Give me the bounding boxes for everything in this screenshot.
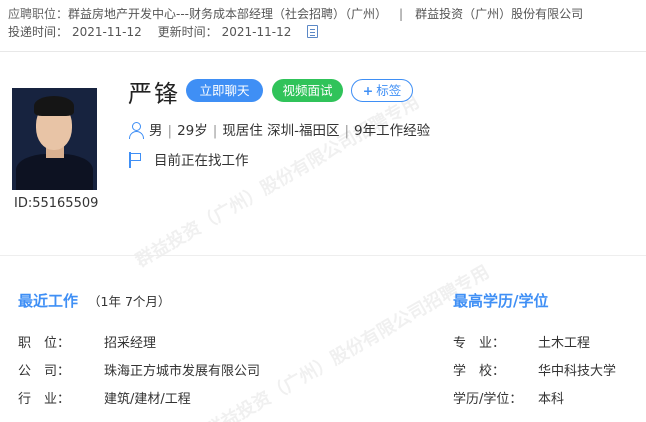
experience: 9年工作经验 — [354, 123, 431, 139]
person-icon — [128, 122, 144, 139]
application-header: 应聘职位：群益房地产开发中心---财务成本部经理（社会招聘）（广州） | 群益投资（… — [0, 0, 646, 52]
field-label: 公 司： — [18, 364, 71, 379]
avatar — [12, 88, 97, 190]
basic-info: 男 | 29岁 | 现居住 深圳-福田区 | 9年工作经验 — [128, 119, 430, 139]
field-value: 华中科技大学 — [538, 364, 617, 379]
chat-now-button[interactable]: 立即聊天 — [186, 79, 263, 102]
document-icon[interactable] — [307, 25, 319, 38]
age: 29岁 — [177, 123, 208, 139]
candidate-name: 严锋 — [128, 80, 180, 108]
edu-row-major: 专 业： 土木工程 — [453, 332, 590, 351]
section-divider — [0, 255, 646, 256]
work-row-industry: 行 业： 建筑/建材/工程 — [18, 388, 191, 407]
work-duration: （1年 7个月） — [88, 294, 171, 309]
work-row-company: 公 司： 珠海正方城市发展有限公司 — [18, 360, 260, 379]
candidate-id: ID:55165509 — [14, 196, 99, 211]
residence: 现居住 深圳-福田区 — [222, 123, 340, 139]
submit-time-label: 投递时间： — [8, 25, 69, 39]
field-label: 学历/学位： — [453, 392, 523, 407]
field-label: 专 业： — [453, 336, 506, 351]
field-value: 土木工程 — [538, 336, 591, 351]
update-time-label: 更新时间： — [157, 25, 218, 39]
flag-icon — [128, 152, 142, 168]
field-value: 建筑/建材/工程 — [104, 392, 191, 407]
plus-icon: + — [362, 83, 374, 98]
work-row-position: 职 位： 招采经理 — [18, 332, 156, 351]
education-title: 最高学历/学位 — [453, 292, 549, 310]
submit-time: 2021-11-12 — [72, 25, 142, 39]
field-value: 本科 — [538, 392, 565, 407]
edu-row-school: 学 校： 华中科技大学 — [453, 360, 616, 379]
company-name: 群益投资（广州）股份有限公司 — [415, 7, 584, 21]
job-status-text: 目前正在找工作 — [154, 153, 249, 169]
gender: 男 — [149, 123, 163, 139]
field-value: 珠海正方城市发展有限公司 — [104, 364, 261, 379]
recent-work-title: 最近工作 （1年 7个月） — [18, 292, 171, 310]
position-value: 群益房地产开发中心---财务成本部经理（社会招聘）（广州） — [68, 7, 388, 21]
field-value: 招采经理 — [104, 336, 157, 351]
add-tag-button[interactable]: + 标签 — [351, 79, 413, 102]
header-separator: | — [399, 7, 404, 21]
video-interview-button[interactable]: 视频面试 — [272, 79, 343, 102]
edu-row-degree: 学历/学位： 本科 — [453, 388, 564, 407]
field-label: 职 位： — [18, 336, 71, 351]
watermark: 群益投资（广州）股份有限公司招聘专用 — [132, 91, 424, 272]
job-status: 目前正在找工作 — [128, 149, 249, 169]
tag-label: 标签 — [376, 83, 402, 98]
update-time: 2021-11-12 — [221, 25, 292, 39]
application-info-row: 应聘职位：群益房地产开发中心---财务成本部经理（社会招聘）（广州） | 群益投资（… — [8, 5, 583, 22]
field-label: 行 业： — [18, 392, 71, 407]
time-info-row: 投递时间： 2021-11-12 更新时间： 2021-11-12 — [8, 23, 322, 40]
field-label: 学 校： — [453, 364, 506, 379]
position-label: 应聘职位： — [8, 7, 69, 21]
watermark: 群益投资（广州）股份有限公司招聘专用 — [202, 261, 494, 422]
